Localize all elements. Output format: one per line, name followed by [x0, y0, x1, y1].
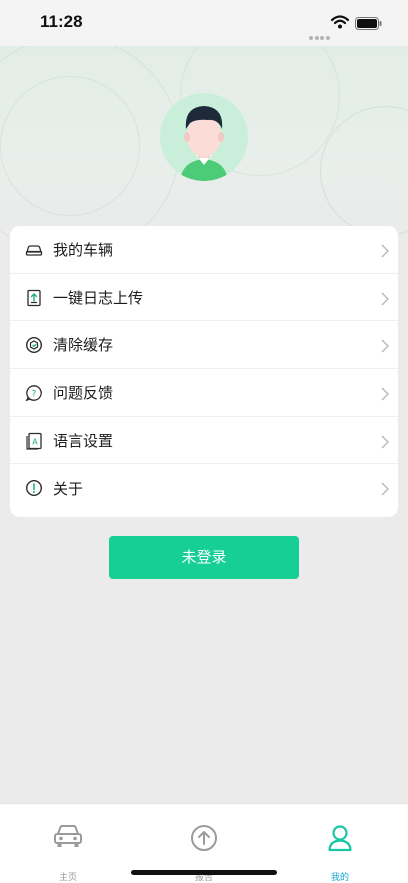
feedback-icon: ?	[25, 384, 43, 402]
menu-item-label: 语言设置	[53, 431, 114, 450]
signal-icon	[309, 25, 331, 44]
settings-menu: 我的车辆 一键日志上传 清除缓存 ? 问题反馈 A 语言设置 关于	[10, 226, 398, 517]
menu-item-language[interactable]: A 语言设置	[10, 417, 398, 465]
svg-text:A: A	[32, 437, 38, 446]
tab-home[interactable]: 主页	[0, 804, 136, 883]
decorative-ring	[0, 76, 140, 216]
menu-item-label: 问题反馈	[53, 383, 114, 402]
tab-label: 主页	[58, 873, 77, 883]
status-time: 11:28	[40, 12, 83, 31]
menu-item-label: 我的车辆	[53, 240, 114, 259]
chevron-right-icon	[381, 481, 389, 500]
menu-item-label: 关于	[53, 479, 84, 498]
chevron-right-icon	[381, 386, 389, 405]
chevron-right-icon	[381, 338, 389, 357]
svg-text:?: ?	[32, 389, 37, 399]
menu-item-clear-cache[interactable]: 清除缓存	[10, 321, 398, 370]
chevron-right-icon	[381, 434, 389, 453]
tab-label: 我的	[330, 873, 349, 883]
about-icon	[25, 479, 43, 497]
menu-item-feedback[interactable]: ? 问题反馈	[10, 369, 398, 417]
upload-log-icon	[25, 289, 43, 307]
clear-cache-icon	[25, 336, 43, 354]
menu-item-label: 清除缓存	[53, 336, 114, 355]
menu-item-log-upload[interactable]: 一键日志上传	[10, 274, 398, 322]
status-bar: 11:28	[0, 0, 408, 46]
avatar-person-icon	[180, 106, 228, 181]
battery-icon	[355, 15, 382, 34]
menu-item-my-vehicle[interactable]: 我的车辆	[10, 226, 398, 274]
language-icon: A	[25, 432, 43, 450]
car-icon	[53, 824, 83, 854]
car-icon	[25, 241, 43, 259]
avatar[interactable]	[160, 93, 248, 181]
tab-mine[interactable]: 我的	[272, 804, 408, 883]
wifi-icon	[330, 14, 350, 33]
person-icon	[327, 824, 353, 856]
chevron-right-icon	[381, 291, 389, 310]
home-indicator	[131, 870, 277, 875]
menu-item-about[interactable]: 关于	[10, 464, 398, 512]
chevron-right-icon	[381, 243, 389, 262]
menu-item-label: 一键日志上传	[53, 288, 144, 307]
login-button[interactable]: 未登录	[109, 536, 299, 579]
upload-circle-icon	[190, 824, 218, 856]
